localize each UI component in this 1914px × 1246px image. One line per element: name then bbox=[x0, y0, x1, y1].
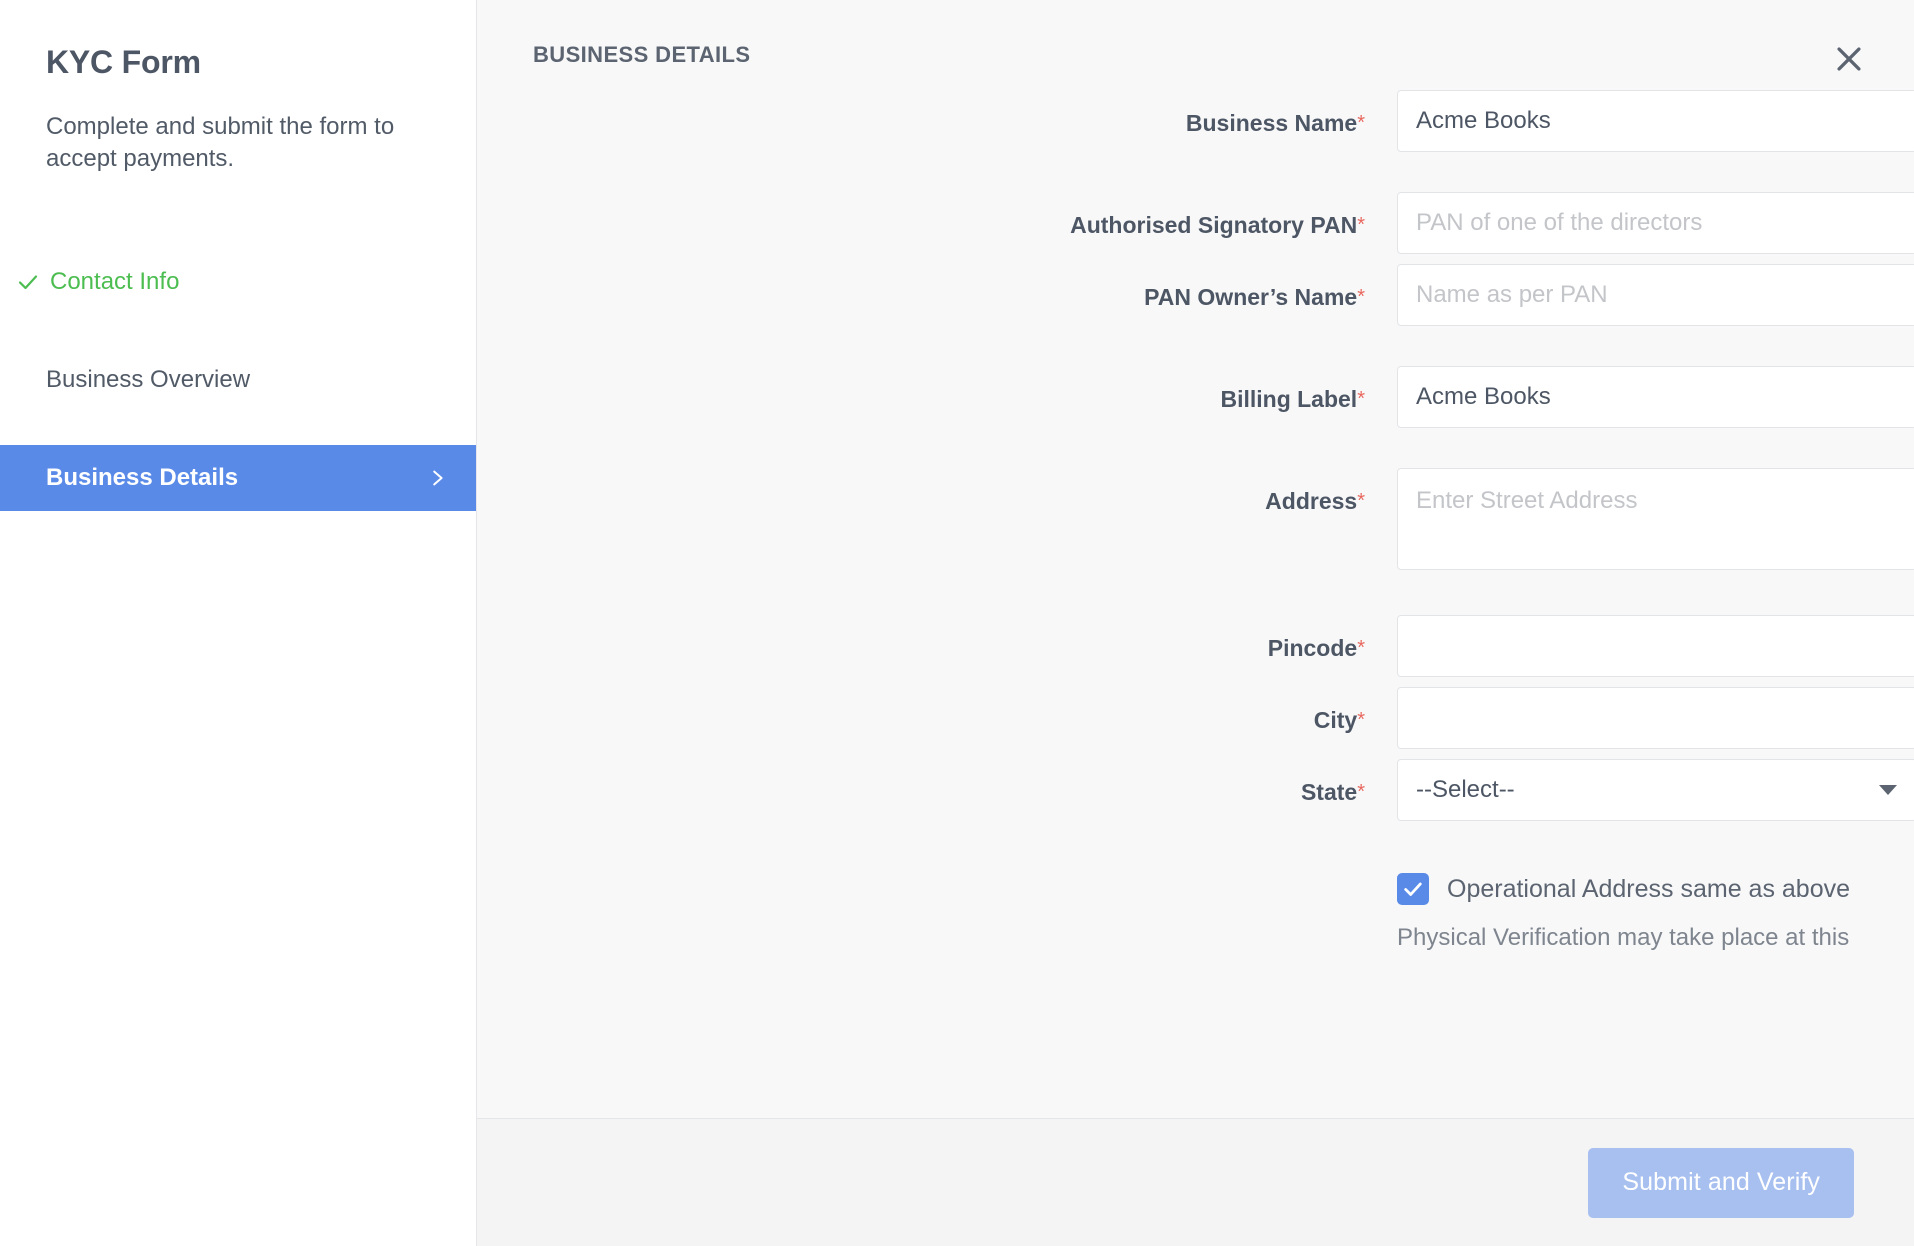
form-row: Business Name* bbox=[477, 90, 1914, 152]
operational-address-checkbox[interactable] bbox=[1397, 873, 1429, 905]
address-label: Address* bbox=[1265, 488, 1365, 514]
pincode-input[interactable] bbox=[1397, 615, 1914, 677]
field-control bbox=[1397, 192, 1914, 254]
authorised-signatory-pan-input[interactable] bbox=[1397, 192, 1914, 254]
sidebar-item-business-overview[interactable]: Business Overview bbox=[0, 347, 476, 413]
form-row: Billing Label* bbox=[477, 366, 1914, 428]
field-control bbox=[1397, 366, 1914, 428]
sidebar-description: Complete and submit the form to accept p… bbox=[46, 113, 395, 173]
kyc-form-modal: KYC Form Complete and submit the form to… bbox=[0, 0, 1914, 1246]
section-title: BUSINESS DETAILS bbox=[533, 42, 751, 67]
form-scroll-area: BUSINESS DETAILS Business Name* Authoris… bbox=[477, 0, 1914, 1118]
field-control bbox=[1397, 90, 1914, 152]
state-select[interactable]: --Select-- bbox=[1397, 759, 1914, 821]
sidebar: KYC Form Complete and submit the form to… bbox=[0, 0, 477, 1246]
required-marker: * bbox=[1357, 781, 1365, 803]
required-marker: * bbox=[1357, 637, 1365, 659]
form-row: State* --Select-- bbox=[477, 759, 1914, 821]
sidebar-item-label: Contact Info bbox=[50, 268, 180, 296]
state-select-wrapper: --Select-- bbox=[1397, 759, 1914, 821]
main-panel: BUSINESS DETAILS Business Name* Authoris… bbox=[477, 0, 1914, 1246]
form-footer: Submit and Verify bbox=[477, 1118, 1914, 1246]
required-marker: * bbox=[1357, 709, 1365, 731]
required-marker: * bbox=[1357, 286, 1365, 308]
submit-and-verify-button[interactable]: Submit and Verify bbox=[1588, 1147, 1854, 1218]
city-input[interactable] bbox=[1397, 687, 1914, 749]
billing-label-input[interactable] bbox=[1397, 366, 1914, 428]
sidebar-item-label: Business Overview bbox=[46, 366, 251, 394]
sidebar-item-label: Business Details bbox=[46, 464, 239, 492]
form-row: Pincode* bbox=[477, 615, 1914, 677]
business-name-label: Business Name* bbox=[1185, 110, 1365, 136]
billing-label-label: Billing Label* bbox=[1220, 386, 1365, 412]
required-marker: * bbox=[1357, 112, 1365, 134]
state-label: State* bbox=[1300, 779, 1365, 805]
form-row: City* bbox=[477, 687, 1914, 749]
physical-verification-note: Physical Verification may take place at … bbox=[1397, 924, 1850, 951]
required-marker: * bbox=[1357, 214, 1365, 236]
form-row: Authorised Signatory PAN* bbox=[477, 192, 1914, 254]
close-icon[interactable] bbox=[1828, 38, 1870, 80]
check-icon bbox=[16, 270, 44, 294]
field-control: --Select-- bbox=[1397, 759, 1914, 821]
form-row: Address* bbox=[477, 468, 1914, 575]
address-textarea[interactable] bbox=[1397, 468, 1914, 570]
sidebar-item-business-details[interactable]: Business Details bbox=[0, 445, 476, 512]
city-label: City* bbox=[1313, 707, 1365, 733]
field-control bbox=[1397, 264, 1914, 326]
page-title: KYC Form bbox=[46, 44, 201, 80]
required-marker: * bbox=[1357, 490, 1365, 512]
sidebar-nav: Contact Info Business Overview Business … bbox=[0, 249, 476, 512]
field-control bbox=[1397, 687, 1914, 749]
business-name-input[interactable] bbox=[1397, 90, 1914, 152]
state-select-value: --Select-- bbox=[1416, 776, 1515, 803]
pan-owner-name-label: PAN Owner’s Name* bbox=[1144, 284, 1365, 310]
pincode-label: Pincode* bbox=[1267, 635, 1365, 661]
operational-address-checkbox-row[interactable]: Operational Address same as above bbox=[1397, 873, 1914, 905]
form-row: PAN Owner’s Name* bbox=[477, 264, 1914, 326]
operational-address-checkbox-label: Operational Address same as above bbox=[1447, 874, 1851, 903]
chevron-right-icon bbox=[426, 467, 448, 489]
required-marker: * bbox=[1357, 388, 1365, 410]
field-control bbox=[1397, 468, 1914, 575]
business-details-form: Business Name* Authorised Signatory PAN* bbox=[477, 68, 1914, 953]
authorised-signatory-pan-label: Authorised Signatory PAN* bbox=[1070, 212, 1365, 238]
field-control bbox=[1397, 615, 1914, 677]
pan-owner-name-input[interactable] bbox=[1397, 264, 1914, 326]
sidebar-item-contact-info[interactable]: Contact Info bbox=[0, 249, 476, 315]
